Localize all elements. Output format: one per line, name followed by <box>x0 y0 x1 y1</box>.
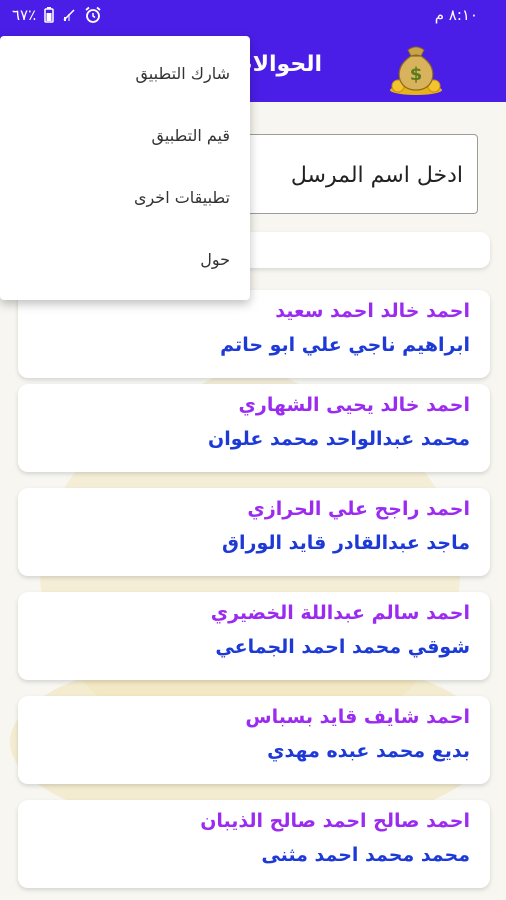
receiver-name: ابراهيم ناجي علي ابو حاتم <box>220 334 470 356</box>
list-item[interactable]: احمد راجح علي الحرازي ماجد عبدالقادر قاي… <box>18 488 490 576</box>
menu-item-label: شارك التطبيق <box>135 64 230 83</box>
svg-text:$: $ <box>410 64 423 85</box>
alarm-icon <box>85 6 101 23</box>
sender-name: احمد خالد احمد سعيد <box>275 300 470 322</box>
status-icons: ٦٧٪ <box>12 6 102 24</box>
menu-item-label: حول <box>200 250 230 269</box>
list-item[interactable]: احمد صالح احمد صالح الذيبان محمد محمد اح… <box>18 800 490 888</box>
list-item[interactable]: احمد خالد يحيى الشهاري محمد عبدالواحد مح… <box>18 384 490 472</box>
receiver-name: شوقي محمد احمد الجماعي <box>215 636 470 658</box>
receiver-name: ماجد عبدالقادر قايد الوراق <box>222 532 470 554</box>
battery-level: ٦٧٪ <box>12 6 37 24</box>
list-item[interactable]: احمد شايف قايد بسباس بديع محمد عبده مهدي <box>18 696 490 784</box>
menu-item-share-app[interactable]: شارك التطبيق <box>0 44 250 106</box>
sender-name: احمد شايف قايد بسباس <box>245 706 470 728</box>
receiver-name: محمد عبدالواحد محمد علوان <box>207 428 470 450</box>
sender-name: احمد صالح احمد صالح الذيبان <box>200 810 470 832</box>
list-item[interactable]: احمد خالد احمد سعيد ابراهيم ناجي علي ابو… <box>18 290 490 378</box>
overflow-menu: شارك التطبيق قيم التطبيق تطبيقات اخرى حو… <box>0 36 250 300</box>
menu-item-label: قيم التطبيق <box>151 126 230 145</box>
receiver-name: محمد محمد احمد مثنى <box>261 844 470 866</box>
sender-name: احمد خالد يحيى الشهاري <box>238 394 470 416</box>
status-time: ٨:١٠ م <box>434 6 478 24</box>
money-bag-icon: $ <box>390 46 442 95</box>
no-signal-icon <box>63 9 75 21</box>
menu-item-label: تطبيقات اخرى <box>133 188 230 207</box>
status-bar: ٦٧٪ ٨:١٠ م <box>0 0 506 34</box>
battery-icon <box>44 7 54 23</box>
menu-item-rate-app[interactable]: قيم التطبيق <box>0 106 250 168</box>
menu-item-other-apps[interactable]: تطبيقات اخرى <box>0 168 250 230</box>
sender-name: احمد راجح علي الحرازي <box>247 498 470 520</box>
sender-name: احمد سالم عبداللة الخضيري <box>210 602 470 624</box>
list-item[interactable]: احمد سالم عبداللة الخضيري شوقي محمد احمد… <box>18 592 490 680</box>
receiver-name: بديع محمد عبده مهدي <box>267 740 470 762</box>
menu-item-about[interactable]: حول <box>0 230 250 292</box>
